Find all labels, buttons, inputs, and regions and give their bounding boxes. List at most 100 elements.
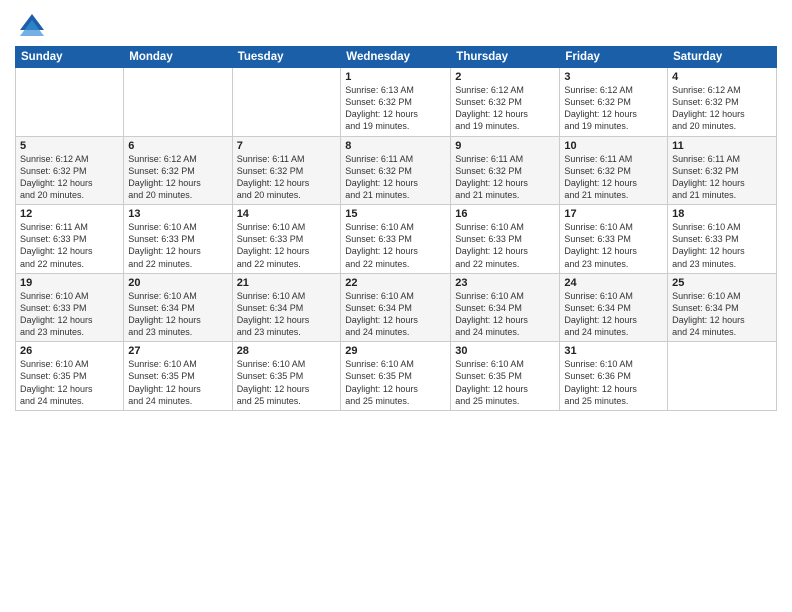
calendar-week-3: 12Sunrise: 6:11 AMSunset: 6:33 PMDayligh… xyxy=(16,205,777,274)
day-info: Sunrise: 6:10 AMSunset: 6:33 PMDaylight:… xyxy=(672,221,772,270)
calendar-cell: 30Sunrise: 6:10 AMSunset: 6:35 PMDayligh… xyxy=(451,342,560,411)
calendar-cell: 17Sunrise: 6:10 AMSunset: 6:33 PMDayligh… xyxy=(560,205,668,274)
calendar-cell: 14Sunrise: 6:10 AMSunset: 6:33 PMDayligh… xyxy=(232,205,341,274)
day-info: Sunrise: 6:10 AMSunset: 6:35 PMDaylight:… xyxy=(345,358,446,407)
day-number: 16 xyxy=(455,208,555,220)
day-number: 4 xyxy=(672,71,772,83)
day-info: Sunrise: 6:10 AMSunset: 6:35 PMDaylight:… xyxy=(128,358,227,407)
calendar-cell: 21Sunrise: 6:10 AMSunset: 6:34 PMDayligh… xyxy=(232,273,341,342)
column-header-tuesday: Tuesday xyxy=(232,47,341,68)
day-info: Sunrise: 6:11 AMSunset: 6:32 PMDaylight:… xyxy=(564,153,663,202)
day-info: Sunrise: 6:10 AMSunset: 6:36 PMDaylight:… xyxy=(564,358,663,407)
day-number: 2 xyxy=(455,71,555,83)
day-info: Sunrise: 6:10 AMSunset: 6:33 PMDaylight:… xyxy=(237,221,337,270)
day-info: Sunrise: 6:10 AMSunset: 6:34 PMDaylight:… xyxy=(455,290,555,339)
day-number: 27 xyxy=(128,345,227,357)
calendar-cell: 11Sunrise: 6:11 AMSunset: 6:32 PMDayligh… xyxy=(668,136,777,205)
column-header-saturday: Saturday xyxy=(668,47,777,68)
day-info: Sunrise: 6:10 AMSunset: 6:34 PMDaylight:… xyxy=(345,290,446,339)
day-number: 10 xyxy=(564,140,663,152)
day-number: 25 xyxy=(672,277,772,289)
calendar-cell: 19Sunrise: 6:10 AMSunset: 6:33 PMDayligh… xyxy=(16,273,124,342)
calendar-week-1: 1Sunrise: 6:13 AMSunset: 6:32 PMDaylight… xyxy=(16,68,777,137)
day-number: 3 xyxy=(564,71,663,83)
day-number: 1 xyxy=(345,71,446,83)
calendar-cell: 6Sunrise: 6:12 AMSunset: 6:32 PMDaylight… xyxy=(124,136,232,205)
day-number: 14 xyxy=(237,208,337,220)
calendar-week-5: 26Sunrise: 6:10 AMSunset: 6:35 PMDayligh… xyxy=(16,342,777,411)
calendar-cell: 24Sunrise: 6:10 AMSunset: 6:34 PMDayligh… xyxy=(560,273,668,342)
day-number: 17 xyxy=(564,208,663,220)
column-header-monday: Monday xyxy=(124,47,232,68)
calendar-cell: 5Sunrise: 6:12 AMSunset: 6:32 PMDaylight… xyxy=(16,136,124,205)
day-info: Sunrise: 6:12 AMSunset: 6:32 PMDaylight:… xyxy=(128,153,227,202)
column-header-thursday: Thursday xyxy=(451,47,560,68)
calendar-cell: 2Sunrise: 6:12 AMSunset: 6:32 PMDaylight… xyxy=(451,68,560,137)
calendar-cell: 15Sunrise: 6:10 AMSunset: 6:33 PMDayligh… xyxy=(341,205,451,274)
day-number: 31 xyxy=(564,345,663,357)
calendar-cell xyxy=(124,68,232,137)
calendar-cell: 9Sunrise: 6:11 AMSunset: 6:32 PMDaylight… xyxy=(451,136,560,205)
day-number: 13 xyxy=(128,208,227,220)
header xyxy=(15,10,777,38)
day-info: Sunrise: 6:10 AMSunset: 6:33 PMDaylight:… xyxy=(564,221,663,270)
column-header-friday: Friday xyxy=(560,47,668,68)
calendar-cell: 13Sunrise: 6:10 AMSunset: 6:33 PMDayligh… xyxy=(124,205,232,274)
calendar-cell: 18Sunrise: 6:10 AMSunset: 6:33 PMDayligh… xyxy=(668,205,777,274)
day-number: 9 xyxy=(455,140,555,152)
calendar-cell: 27Sunrise: 6:10 AMSunset: 6:35 PMDayligh… xyxy=(124,342,232,411)
day-info: Sunrise: 6:10 AMSunset: 6:35 PMDaylight:… xyxy=(455,358,555,407)
day-number: 7 xyxy=(237,140,337,152)
day-number: 11 xyxy=(672,140,772,152)
day-number: 20 xyxy=(128,277,227,289)
day-number: 30 xyxy=(455,345,555,357)
day-info: Sunrise: 6:11 AMSunset: 6:32 PMDaylight:… xyxy=(455,153,555,202)
calendar-cell: 8Sunrise: 6:11 AMSunset: 6:32 PMDaylight… xyxy=(341,136,451,205)
day-info: Sunrise: 6:11 AMSunset: 6:32 PMDaylight:… xyxy=(672,153,772,202)
day-info: Sunrise: 6:11 AMSunset: 6:33 PMDaylight:… xyxy=(20,221,119,270)
calendar-cell xyxy=(232,68,341,137)
calendar-cell: 10Sunrise: 6:11 AMSunset: 6:32 PMDayligh… xyxy=(560,136,668,205)
day-number: 6 xyxy=(128,140,227,152)
day-info: Sunrise: 6:12 AMSunset: 6:32 PMDaylight:… xyxy=(455,84,555,133)
calendar-cell: 31Sunrise: 6:10 AMSunset: 6:36 PMDayligh… xyxy=(560,342,668,411)
day-number: 23 xyxy=(455,277,555,289)
calendar-week-4: 19Sunrise: 6:10 AMSunset: 6:33 PMDayligh… xyxy=(16,273,777,342)
calendar: SundayMondayTuesdayWednesdayThursdayFrid… xyxy=(15,46,777,411)
calendar-cell: 20Sunrise: 6:10 AMSunset: 6:34 PMDayligh… xyxy=(124,273,232,342)
day-number: 21 xyxy=(237,277,337,289)
day-info: Sunrise: 6:10 AMSunset: 6:34 PMDaylight:… xyxy=(237,290,337,339)
calendar-cell: 7Sunrise: 6:11 AMSunset: 6:32 PMDaylight… xyxy=(232,136,341,205)
calendar-cell: 4Sunrise: 6:12 AMSunset: 6:32 PMDaylight… xyxy=(668,68,777,137)
calendar-cell: 22Sunrise: 6:10 AMSunset: 6:34 PMDayligh… xyxy=(341,273,451,342)
day-info: Sunrise: 6:10 AMSunset: 6:35 PMDaylight:… xyxy=(237,358,337,407)
day-info: Sunrise: 6:13 AMSunset: 6:32 PMDaylight:… xyxy=(345,84,446,133)
day-info: Sunrise: 6:12 AMSunset: 6:32 PMDaylight:… xyxy=(564,84,663,133)
day-info: Sunrise: 6:12 AMSunset: 6:32 PMDaylight:… xyxy=(672,84,772,133)
day-info: Sunrise: 6:10 AMSunset: 6:33 PMDaylight:… xyxy=(345,221,446,270)
day-info: Sunrise: 6:10 AMSunset: 6:33 PMDaylight:… xyxy=(20,290,119,339)
day-number: 26 xyxy=(20,345,119,357)
day-info: Sunrise: 6:10 AMSunset: 6:33 PMDaylight:… xyxy=(455,221,555,270)
day-number: 24 xyxy=(564,277,663,289)
day-number: 28 xyxy=(237,345,337,357)
calendar-cell: 1Sunrise: 6:13 AMSunset: 6:32 PMDaylight… xyxy=(341,68,451,137)
calendar-cell xyxy=(668,342,777,411)
day-number: 22 xyxy=(345,277,446,289)
day-info: Sunrise: 6:10 AMSunset: 6:35 PMDaylight:… xyxy=(20,358,119,407)
day-info: Sunrise: 6:10 AMSunset: 6:34 PMDaylight:… xyxy=(672,290,772,339)
day-info: Sunrise: 6:10 AMSunset: 6:34 PMDaylight:… xyxy=(564,290,663,339)
calendar-header-row: SundayMondayTuesdayWednesdayThursdayFrid… xyxy=(16,47,777,68)
logo xyxy=(15,10,46,38)
day-info: Sunrise: 6:11 AMSunset: 6:32 PMDaylight:… xyxy=(345,153,446,202)
logo-icon xyxy=(18,10,46,38)
day-info: Sunrise: 6:10 AMSunset: 6:33 PMDaylight:… xyxy=(128,221,227,270)
calendar-cell: 29Sunrise: 6:10 AMSunset: 6:35 PMDayligh… xyxy=(341,342,451,411)
calendar-cell: 26Sunrise: 6:10 AMSunset: 6:35 PMDayligh… xyxy=(16,342,124,411)
day-number: 19 xyxy=(20,277,119,289)
day-number: 8 xyxy=(345,140,446,152)
day-number: 15 xyxy=(345,208,446,220)
day-number: 12 xyxy=(20,208,119,220)
calendar-cell: 23Sunrise: 6:10 AMSunset: 6:34 PMDayligh… xyxy=(451,273,560,342)
day-info: Sunrise: 6:11 AMSunset: 6:32 PMDaylight:… xyxy=(237,153,337,202)
